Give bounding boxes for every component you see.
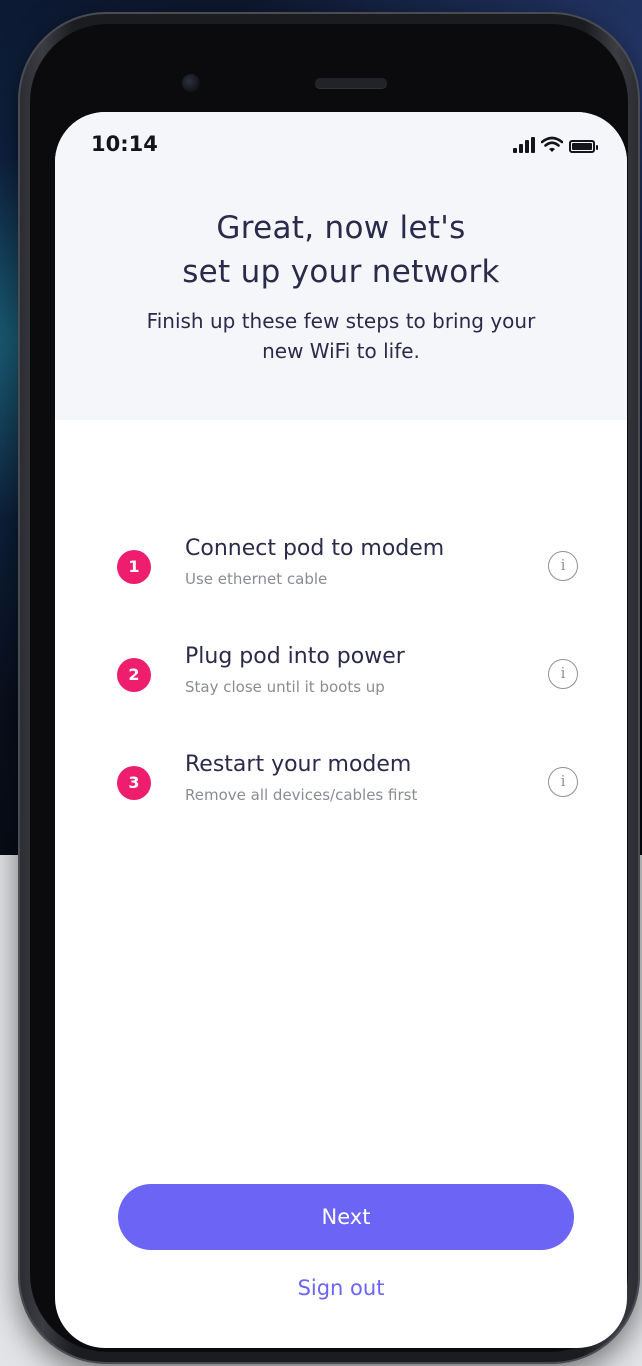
step-description: Remove all devices/cables first: [185, 786, 418, 804]
step-title: Restart your modem: [185, 752, 412, 777]
info-icon[interactable]: i: [548, 659, 578, 689]
next-button[interactable]: Next: [118, 1184, 574, 1250]
step-title: Connect pod to modem: [185, 536, 445, 561]
earpiece-speaker: [315, 78, 387, 88]
page-title: Great, now let's set up your network: [55, 206, 627, 294]
page-subtitle-line-1: Finish up these few steps to bring your: [146, 309, 536, 333]
phone-frame: 10:14 Great, now let's set up your netwo…: [18, 12, 640, 1364]
status-time: 10:14: [91, 132, 158, 156]
app-screen: 10:14 Great, now let's set up your netwo…: [55, 112, 627, 1348]
step-description: Use ethernet cable: [185, 570, 328, 588]
signal-icon: [513, 137, 535, 153]
page-title-line-1: Great, now let's: [216, 210, 466, 246]
info-icon[interactable]: i: [548, 551, 578, 581]
page-title-line-2: set up your network: [182, 254, 500, 290]
page-subtitle: Finish up these few steps to bring your …: [95, 306, 587, 366]
step-title: Plug pod into power: [185, 644, 405, 669]
info-icon[interactable]: i: [548, 767, 578, 797]
step-item-connect-pod: 1 Connect pod to modem Use ethernet cabl…: [55, 532, 627, 602]
header-section: 10:14 Great, now let's set up your netwo…: [55, 112, 627, 420]
sign-out-link[interactable]: Sign out: [55, 1276, 627, 1300]
step-item-plug-power: 2 Plug pod into power Stay close until i…: [55, 640, 627, 710]
step-number-badge: 3: [117, 766, 151, 800]
step-number-badge: 2: [117, 658, 151, 692]
page-subtitle-line-2: new WiFi to life.: [262, 339, 420, 363]
battery-icon: [569, 140, 598, 153]
step-item-restart-modem: 3 Restart your modem Remove all devices/…: [55, 748, 627, 818]
status-icons: [513, 136, 598, 153]
phone-bezel: 10:14 Great, now let's set up your netwo…: [30, 24, 628, 1352]
step-description: Stay close until it boots up: [185, 678, 385, 696]
front-camera: [182, 74, 200, 92]
wifi-icon: [541, 136, 563, 152]
step-number-badge: 1: [117, 550, 151, 584]
